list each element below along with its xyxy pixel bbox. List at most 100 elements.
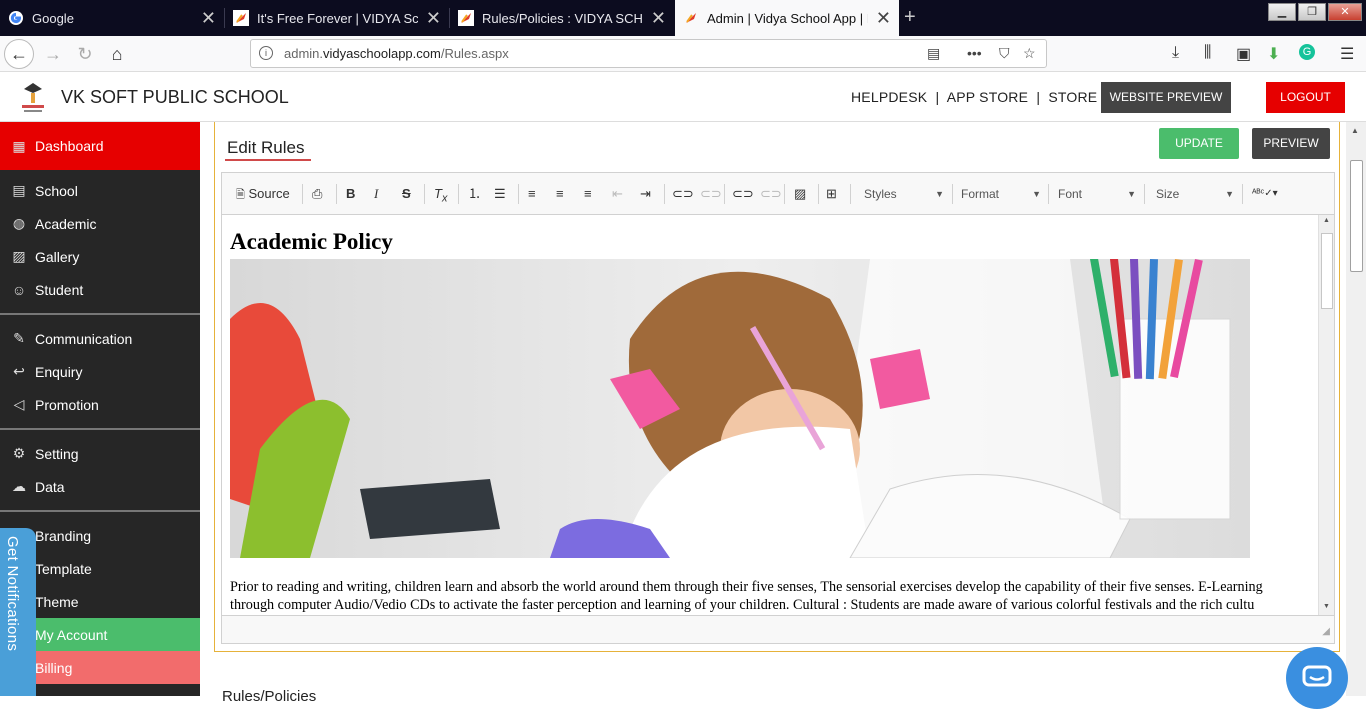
sidebar-item-communication[interactable]: ✎ Communication [0, 322, 200, 355]
remove-format-icon[interactable]: Tx [434, 185, 447, 205]
pocket-icon[interactable]: ⛉ [999, 45, 1010, 62]
extension-download-icon[interactable]: ⬇ [1267, 44, 1280, 64]
indent-icon[interactable]: ⇥ [640, 185, 651, 203]
resize-handle-icon[interactable]: ◢ [1322, 626, 1330, 637]
toolbar-separator [784, 184, 785, 204]
sidebar-item-school[interactable]: ▤ School [0, 174, 200, 207]
tab-rules-policies[interactable]: Rules/Policies : VIDYA SCHOOL ✕ [450, 0, 674, 36]
bold-icon[interactable]: B [346, 185, 355, 203]
editor-scroll-thumb[interactable] [1321, 233, 1333, 309]
edit-rules-panel: Edit Rules UPDATE PREVIEW 🗎 Source ⎙ B I… [214, 122, 1340, 652]
bulleted-list-icon[interactable]: ☰ [494, 185, 506, 203]
spellcheck-icon[interactable]: ᴬᴮᶜ✓▾ [1252, 185, 1278, 203]
close-tab-icon[interactable]: ✕ [876, 9, 891, 27]
page-scrollbar[interactable]: ▲ [1346, 122, 1366, 696]
unlink-icon[interactable]: ⊂⊃ [700, 185, 722, 203]
restore-icon[interactable]: ❐ [1298, 3, 1326, 21]
editor-content-area[interactable]: Academic Policy Prior to reading and wri… [222, 215, 1318, 615]
sidebar-item-enquiry[interactable]: ↩ Enquiry [0, 355, 200, 388]
anchor-unlink-icon[interactable]: ⊂⊃ [760, 185, 782, 203]
update-button[interactable]: UPDATE [1159, 128, 1239, 159]
sidebar-item-promotion[interactable]: ◁ Promotion [0, 388, 200, 421]
styles-dropdown[interactable]: Styles ▼ [864, 185, 944, 203]
sidebar-item-gallery[interactable]: ▨ Gallery [0, 240, 200, 273]
school-logo [22, 83, 44, 112]
header-links[interactable]: HELPDESK | APP STORE | STORE [851, 89, 1097, 105]
download-icon[interactable]: ⤓ [1172, 44, 1179, 62]
library-icon[interactable]: ⫼ [1204, 44, 1211, 62]
cloud-icon: ☁ [12, 478, 26, 494]
source-icon: 🗎 [236, 189, 245, 201]
chat-support-button[interactable] [1286, 647, 1348, 709]
sidebar-toggle-icon[interactable]: ▣ [1236, 44, 1251, 64]
tab-vidya-free[interactable]: It's Free Forever | VIDYA School ✕ [225, 0, 449, 36]
align-left-icon[interactable]: ≡ [528, 185, 536, 203]
website-preview-button[interactable]: WEBSITE PREVIEW [1101, 82, 1231, 113]
toolbar-separator [302, 184, 303, 204]
tab-google[interactable]: Google ✕ [0, 0, 224, 36]
menu-icon[interactable]: ☰ [1340, 44, 1354, 64]
font-dropdown[interactable]: Font ▼ [1058, 185, 1136, 203]
tab-admin-active[interactable]: Admin | Vidya School App | It's ✕ [675, 0, 899, 36]
get-notifications-tab[interactable]: Get Notifications [0, 528, 36, 696]
numbered-list-icon[interactable]: ⒈ [468, 185, 481, 203]
reply-icon: ↩ [13, 363, 25, 379]
page-scroll-thumb[interactable] [1350, 160, 1363, 272]
vidya-icon [686, 13, 696, 23]
sidebar-item-label: Setting [35, 445, 79, 462]
source-button[interactable]: 🗎 Source [236, 185, 290, 203]
toolbar-separator [952, 184, 953, 204]
sidebar-divider [0, 510, 200, 512]
format-dropdown[interactable]: Format ▼ [961, 185, 1041, 203]
link-icon[interactable]: ⊂⊃ [672, 185, 694, 203]
scroll-up-icon[interactable]: ▲ [1323, 217, 1330, 224]
tab-title: Google [32, 10, 74, 26]
insert-image-icon[interactable]: ▨ [794, 185, 806, 203]
back-icon[interactable]: ← [4, 39, 34, 69]
info-icon[interactable]: i [259, 46, 273, 60]
panel-title: Edit Rules [227, 138, 305, 157]
home-icon[interactable]: ⌂ [104, 41, 130, 67]
url-bar[interactable]: i admin.vidyaschoolapp.com/Rules.aspx ▤ … [250, 39, 1047, 68]
preview-button[interactable]: PREVIEW [1252, 128, 1330, 159]
anchor-link-icon[interactable]: ⊂⊃ [732, 185, 754, 203]
grammarly-icon[interactable]: G [1299, 44, 1315, 60]
size-dropdown[interactable]: Size ▼ [1156, 185, 1234, 203]
sidebar-item-setting[interactable]: ⚙ Setting [0, 437, 200, 470]
italic-icon[interactable]: I [374, 185, 378, 203]
sidebar-item-label: Enquiry [35, 363, 83, 380]
sidebar-item-dashboard[interactable]: ▦ Dashboard [0, 122, 200, 170]
reload-icon[interactable]: ↻ [72, 41, 98, 67]
close-tab-icon[interactable]: ✕ [651, 9, 666, 27]
more-actions-icon[interactable]: ••• [967, 45, 982, 61]
insert-table-icon[interactable]: ⊞ [826, 185, 837, 203]
close-tab-icon[interactable]: ✕ [201, 9, 216, 27]
new-tab-icon[interactable]: + [904, 6, 916, 29]
scroll-down-icon[interactable]: ▼ [1323, 603, 1330, 610]
outdent-icon[interactable]: ⇤ [612, 185, 623, 203]
globe-icon: ◍ [12, 215, 26, 231]
close-tab-icon[interactable]: ✕ [426, 9, 441, 27]
strikethrough-icon[interactable]: S [402, 185, 411, 203]
bookmark-star-icon[interactable]: ☆ [1023, 45, 1036, 62]
print-icon[interactable]: ⎙ [312, 185, 322, 203]
sidebar-item-student[interactable]: ☺ Student [0, 273, 200, 306]
content-paragraph: Prior to reading and writing, children l… [230, 579, 1263, 613]
forward-icon[interactable]: → [40, 41, 66, 67]
girl-writing-image [230, 259, 1250, 558]
reader-view-icon[interactable]: ▤ [927, 45, 940, 62]
align-center-icon[interactable]: ≡ [556, 185, 564, 203]
sidebar-item-label: Gallery [35, 248, 80, 265]
sidebar-item-data[interactable]: ☁ Data [0, 470, 200, 503]
editor-scrollbar[interactable]: ▲ ▼ [1318, 215, 1334, 615]
minimize-icon[interactable]: ▁ [1268, 3, 1296, 21]
scroll-up-icon[interactable]: ▲ [1351, 126, 1359, 135]
window-close-icon[interactable]: ✕ [1328, 3, 1362, 21]
tab-title: Admin | Vidya School App | It's [707, 10, 868, 26]
sidebar-item-academic[interactable]: ◍ Academic [0, 207, 200, 240]
align-right-icon[interactable]: ≡ [584, 185, 592, 203]
editor-footer: ◢ [222, 615, 1334, 643]
logout-button[interactable]: LOGOUT [1266, 82, 1345, 113]
sidebar-item-label: Data [35, 478, 65, 495]
toolbar-separator [664, 184, 665, 204]
